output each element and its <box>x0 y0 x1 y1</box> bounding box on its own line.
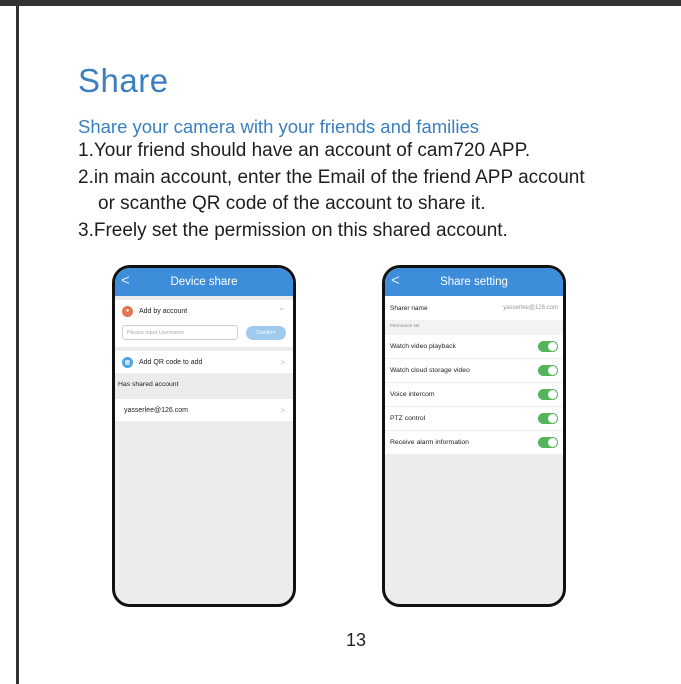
sharer-name-label: Sharer name <box>390 304 428 312</box>
page-subtitle: Share your camera with your friends and … <box>78 116 480 137</box>
permission-toggle[interactable] <box>538 389 558 400</box>
page-title: Share <box>78 62 169 99</box>
step-1: 1.Your friend should have an account of … <box>78 140 531 161</box>
left-rule <box>16 6 19 684</box>
add-by-account-row[interactable]: ● Add by account ⌃ <box>115 300 293 322</box>
confirm-button[interactable]: Confirm <box>246 325 286 340</box>
page-number: 13 <box>346 630 367 650</box>
chevron-right-icon: > <box>280 405 285 415</box>
permission-toggle[interactable] <box>538 413 558 424</box>
permission-row-cloud: Watch cloud storage video <box>385 359 563 383</box>
step-2: 2.in main account, enter the Email of th… <box>78 167 585 188</box>
qr-code-icon: ▦ <box>122 356 133 368</box>
add-by-account-label: Add by account <box>139 307 188 315</box>
permission-caption: Permission set <box>385 320 563 335</box>
permission-label: Watch video playback <box>390 343 456 350</box>
permission-row-playback: Watch video playback <box>385 335 563 359</box>
permission-label: Watch cloud storage video <box>390 367 470 374</box>
add-by-account-section: ● Add by account ⌃ Please input Username… <box>115 300 293 347</box>
permission-row-ptz: PTZ control <box>385 407 563 431</box>
user-icon: ● <box>122 305 133 317</box>
shared-account-email: yasserlee@126.com <box>124 406 188 414</box>
username-input[interactable]: Please input Username <box>122 325 238 340</box>
shared-account-list: yasserlee@126.com > <box>115 399 293 421</box>
permission-toggle[interactable] <box>538 341 558 352</box>
permission-row-intercom: Voice intercom <box>385 383 563 407</box>
permission-toggle[interactable] <box>538 437 558 448</box>
shared-account-caption: Has shared account <box>118 381 179 388</box>
permission-toggle[interactable] <box>538 365 558 376</box>
chevron-right-icon: > <box>280 357 285 367</box>
permission-label: Receive alarm information <box>390 439 469 446</box>
username-input-row: Please input Username Confirm <box>115 322 293 347</box>
share-setting-title: Share setting <box>440 276 508 288</box>
sharer-name-value: yasserlee@126.com <box>503 305 558 311</box>
add-qr-section: ▦ Add QR code to add > <box>115 351 293 373</box>
sharer-name-row: Sharer name yasserlee@126.com <box>385 296 563 320</box>
share-setting-header: < Share setting <box>385 268 563 296</box>
shared-account-item[interactable]: yasserlee@126.com > <box>115 399 293 421</box>
chevron-up-icon: ⌃ <box>278 306 285 316</box>
device-share-title: Device share <box>170 276 238 288</box>
back-icon[interactable]: < <box>391 272 400 289</box>
add-qr-row[interactable]: ▦ Add QR code to add > <box>115 351 293 373</box>
add-qr-label: Add QR code to add <box>139 358 203 366</box>
device-share-phone: < Device share ● Add by account ⌃ Please… <box>112 265 296 607</box>
device-share-header: < Device share <box>115 268 293 296</box>
step-2-continued: or scanthe QR code of the account to sha… <box>98 193 486 214</box>
top-rule <box>0 0 681 6</box>
permission-label: PTZ control <box>390 415 426 422</box>
permission-row-alarm: Receive alarm information <box>385 431 563 455</box>
back-icon[interactable]: < <box>121 272 130 289</box>
share-setting-phone: < Share setting Sharer name yasserlee@12… <box>382 265 566 607</box>
permission-label: Voice intercom <box>390 391 435 398</box>
step-3: 3.Freely set the permission on this shar… <box>78 220 508 241</box>
